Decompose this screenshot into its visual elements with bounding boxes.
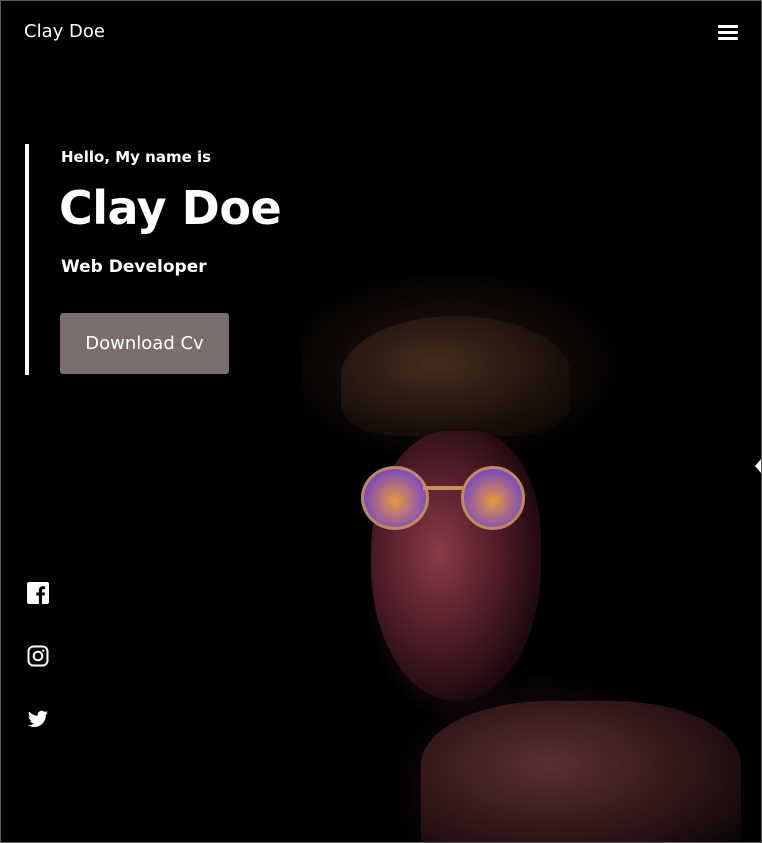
download-cv-button[interactable]: Download Cv [60, 313, 229, 374]
instagram-icon[interactable] [27, 645, 49, 667]
hero-accent-bar [25, 144, 29, 375]
hero-greeting: Hello, My name is [61, 148, 212, 166]
page-frame: Clay Doe Hello, My name is Clay Doe Web … [0, 0, 762, 843]
twitter-icon[interactable] [27, 708, 49, 730]
facebook-icon[interactable] [27, 582, 49, 604]
hero-name: Clay Doe [59, 181, 282, 235]
hero-role: Web Developer [61, 257, 207, 277]
brand-logo[interactable]: Clay Doe [24, 21, 105, 42]
hero-portrait-image [301, 271, 761, 842]
scroll-arrow-icon[interactable] [755, 459, 761, 473]
hamburger-menu-icon[interactable] [718, 25, 738, 41]
